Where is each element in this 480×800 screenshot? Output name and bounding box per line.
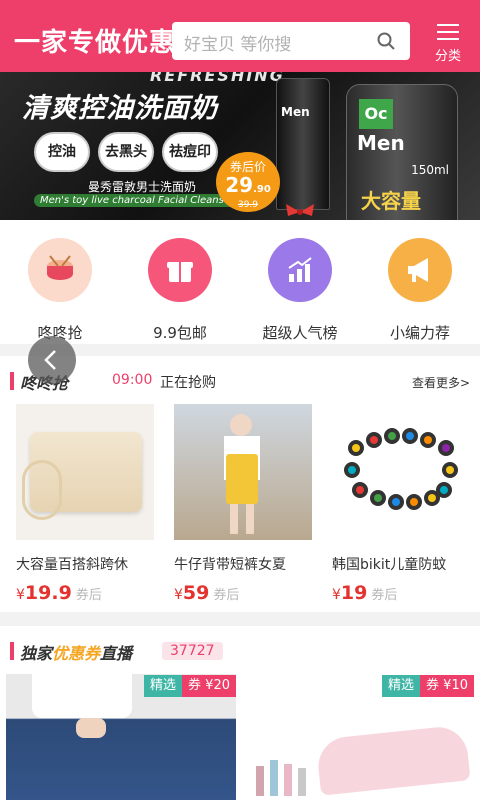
price-value-main: 29 [225, 173, 254, 197]
megaphone-icon [388, 238, 452, 302]
see-more-link[interactable]: 查看更多> [412, 374, 470, 391]
bottle-volume: 150ml [411, 163, 449, 177]
coupon-tag: 券 ¥10 [420, 675, 474, 697]
back-button[interactable] [28, 336, 76, 384]
nav-free-shipping[interactable]: 9.9包邮 [120, 238, 240, 343]
product-name: 牛仔背带短裤女夏 [174, 557, 286, 573]
product-image [16, 404, 154, 540]
product-image [174, 404, 312, 540]
product-price: ¥19 券后 [332, 582, 472, 604]
section-title-part: 独家 [20, 644, 53, 663]
trending-chart-icon [268, 238, 332, 302]
search-icon[interactable] [376, 31, 396, 51]
section-title-highlight: 优惠券 [52, 644, 101, 663]
after-coupon-label: 券后 [371, 588, 398, 603]
coupon-live-section: 独家优惠券直播 37727 精选券 ¥20 精选券 ¥10 [0, 626, 480, 800]
bottle-brand: Men [357, 131, 405, 155]
sale-time: 09:00 [112, 372, 153, 388]
after-coupon-label: 券后 [75, 588, 102, 603]
banner-subtitle-en: Men's toy live charcoal Facial Cleanser [34, 194, 241, 207]
nav-popular-ranking[interactable]: 超级人气榜 [240, 238, 360, 343]
nav-editor-picks[interactable]: 小编力荐 [360, 238, 480, 343]
product-image [332, 404, 470, 540]
price-number: 59 [182, 582, 210, 604]
currency-symbol: ¥ [16, 587, 25, 603]
banner-pill: 控油 [34, 132, 90, 172]
search-placeholder: 好宝贝 等你搜 [184, 35, 292, 55]
product-price: ¥19.9 券后 [16, 582, 156, 604]
banner-pill: 去黑头 [98, 132, 154, 172]
section-title-part: 直播 [100, 644, 133, 663]
search-input[interactable]: 好宝贝 等你搜 [172, 22, 410, 60]
banner-headline: 清爽控油洗面奶 [22, 93, 218, 124]
promo-banner[interactable]: REFRESHING 清爽控油洗面奶 控油 去黑头 祛痘印 曼秀雷敦男士洗面奶 Me… [0, 72, 480, 220]
section-header: 独家优惠券直播 37727 [0, 636, 480, 666]
banner-pill: 祛痘印 [162, 132, 218, 172]
nav-dongdongqiang[interactable]: 咚咚抢 [0, 238, 120, 343]
section-accent-bar [10, 642, 14, 660]
category-button[interactable]: 分类 [428, 20, 468, 66]
banner-pills: 控油 去黑头 祛痘印 [34, 132, 226, 172]
currency-symbol: ¥ [174, 587, 183, 603]
banner-price-badge: 券后价 29.90 39.9 [216, 152, 280, 212]
coupon-tags: 精选券 ¥10 [382, 674, 474, 697]
section-title: 独家优惠券直播 [20, 640, 132, 664]
coupon-tag: 券 ¥20 [182, 675, 236, 697]
coupon-tags: 精选券 ¥20 [144, 674, 236, 697]
price-number: 19.9 [24, 582, 72, 604]
product-bottle-image: Oc Men 150ml 大容量 [346, 84, 458, 220]
drum-icon [28, 238, 92, 302]
product-card[interactable]: 韩国bikit儿童防蚊 ¥19 券后 [332, 404, 472, 604]
featured-tag: 精选 [144, 675, 183, 697]
gift-icon [148, 238, 212, 302]
item-count-badge: 37727 [162, 642, 223, 660]
product-price: ¥59 券后 [174, 582, 314, 604]
product-card[interactable]: 牛仔背带短裤女夏 ¥59 券后 [174, 404, 314, 604]
price-value: 29.90 [216, 175, 280, 200]
nav-label: 小编力荐 [389, 324, 450, 342]
top-header: 一家专做优惠 好宝贝 等你搜 分类 [0, 0, 480, 72]
after-coupon-label: 券后 [213, 588, 240, 603]
menu-icon [437, 24, 459, 40]
app: 一家专做优惠 好宝贝 等你搜 分类 REFRESHING 清爽控油洗面奶 控油去… [0, 0, 480, 800]
featured-tag: 精选 [382, 675, 421, 697]
sale-status: 正在抢购 [160, 375, 216, 391]
product-tube-image: Men [276, 78, 330, 210]
bottle-code: Oc [359, 99, 393, 129]
flash-sale-section: 咚咚抢 09:00 正在抢购 查看更多> 大容量百搭斜跨休 ¥19.9 券后 牛… [0, 356, 480, 612]
category-icon-row: 咚咚抢 9.9包邮 超级人气榜 小编力荐 [0, 220, 480, 344]
banner-refresh-text: REFRESHING [150, 72, 285, 85]
currency-symbol: ¥ [332, 587, 341, 603]
coupon-card[interactable]: 精选券 ¥10 [244, 674, 474, 800]
category-label: 分类 [434, 49, 461, 64]
product-card[interactable]: 大容量百搭斜跨休 ¥19.9 券后 [16, 404, 156, 604]
price-number: 19 [340, 582, 368, 604]
coupon-card[interactable]: 精选券 ¥20 [6, 674, 236, 800]
banner-subtitle: 曼秀雷敦男士洗面奶 [88, 180, 197, 194]
price-value-cents: .90 [253, 184, 271, 195]
nav-label: 超级人气榜 [262, 324, 338, 342]
nav-label: 9.9包邮 [153, 324, 207, 342]
bottle-slogan: 大容量 [361, 189, 421, 213]
orig-price: 39.9 [237, 200, 259, 210]
product-name: 韩国bikit儿童防蚊 [332, 557, 447, 573]
app-title: 一家专做优惠 [14, 28, 177, 58]
product-name: 大容量百搭斜跨休 [16, 557, 128, 573]
ribbon-bow-icon [286, 204, 314, 216]
tube-brand: Men [281, 105, 310, 119]
chevron-left-icon [44, 350, 56, 370]
section-accent-bar [10, 372, 14, 390]
